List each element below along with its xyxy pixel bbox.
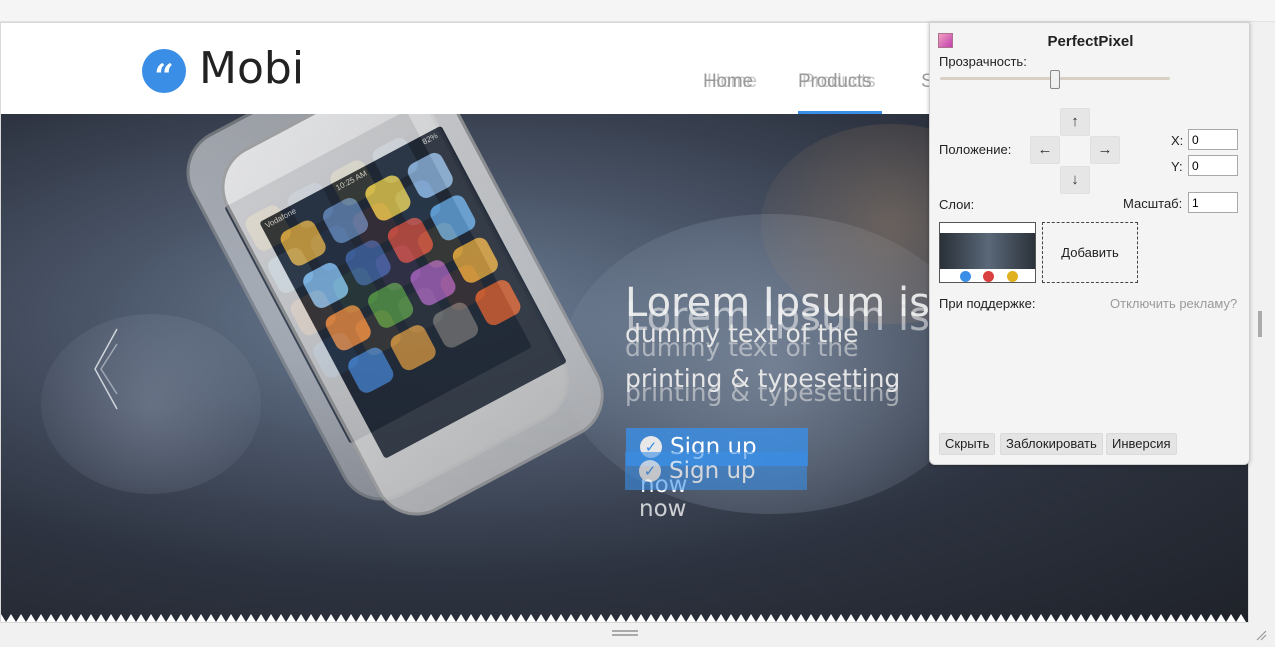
x-position-input[interactable] [1188, 129, 1238, 150]
browser-window: “ Mobi Home Home Products Products S Vod… [0, 0, 1275, 647]
hero-subtitle-line2-overlay: printing & typesetting [625, 378, 901, 407]
x-label: X: [1171, 133, 1184, 148]
thumbnail-hero [940, 233, 1035, 269]
position-label: Положение: [939, 142, 1012, 157]
thumbnail-header [940, 223, 1035, 233]
browser-toolbar-strip [0, 0, 1275, 22]
thumbnail-dot [960, 271, 971, 282]
layer-thumbnail[interactable] [939, 222, 1036, 283]
opacity-slider-thumb[interactable] [1050, 70, 1060, 89]
nav-products[interactable]: Products Products [798, 71, 882, 114]
arrow-up-button[interactable]: ↑ [1060, 108, 1090, 136]
perfectpixel-title: PerfectPixel [1047, 33, 1134, 50]
scale-input[interactable] [1188, 192, 1238, 213]
arrow-right-button[interactable]: → [1090, 136, 1120, 164]
opacity-label: Прозрачность: [939, 54, 1027, 69]
phone-battery: 82% [420, 131, 440, 147]
hero-background-glow [41, 314, 261, 494]
support-label: При поддержке: [939, 296, 1036, 311]
arrow-down-button[interactable]: ↓ [1060, 166, 1090, 194]
vertical-resize-handle[interactable] [1258, 311, 1262, 337]
horizontal-resize-handle[interactable] [612, 630, 638, 636]
hide-button[interactable]: Скрыть [939, 433, 996, 455]
check-circle-icon: ✓ [639, 460, 661, 482]
layers-label: Слои: [939, 197, 975, 212]
thumbnail-dot [1007, 271, 1018, 282]
signup-button-overlay: ✓ Sign up now [625, 452, 807, 522]
y-label: Y: [1171, 159, 1183, 174]
add-layer-button[interactable]: Добавить [1042, 222, 1138, 283]
hero-zigzag-border [1, 614, 1246, 622]
nav-home-overlay-label: Home [707, 71, 757, 92]
nav-home[interactable]: Home Home [703, 71, 767, 114]
nav-products-overlay-label: Products [802, 71, 876, 92]
lock-button[interactable]: Заблокировать [1000, 433, 1103, 455]
perfectpixel-panel: PerfectPixel Прозрачность: Положение: ↑ … [929, 22, 1250, 465]
disable-ads-link[interactable]: Отключить рекламу? [1110, 296, 1237, 311]
arrow-left-button[interactable]: ← [1030, 136, 1060, 164]
scale-label: Масштаб: [1123, 196, 1183, 211]
y-position-input[interactable] [1188, 155, 1238, 176]
invert-button[interactable]: Инверсия [1106, 433, 1177, 455]
carousel-prev-arrow-icon[interactable] [87, 324, 127, 414]
thumbnail-dot [983, 271, 994, 282]
corner-resize-icon[interactable] [1255, 629, 1267, 641]
